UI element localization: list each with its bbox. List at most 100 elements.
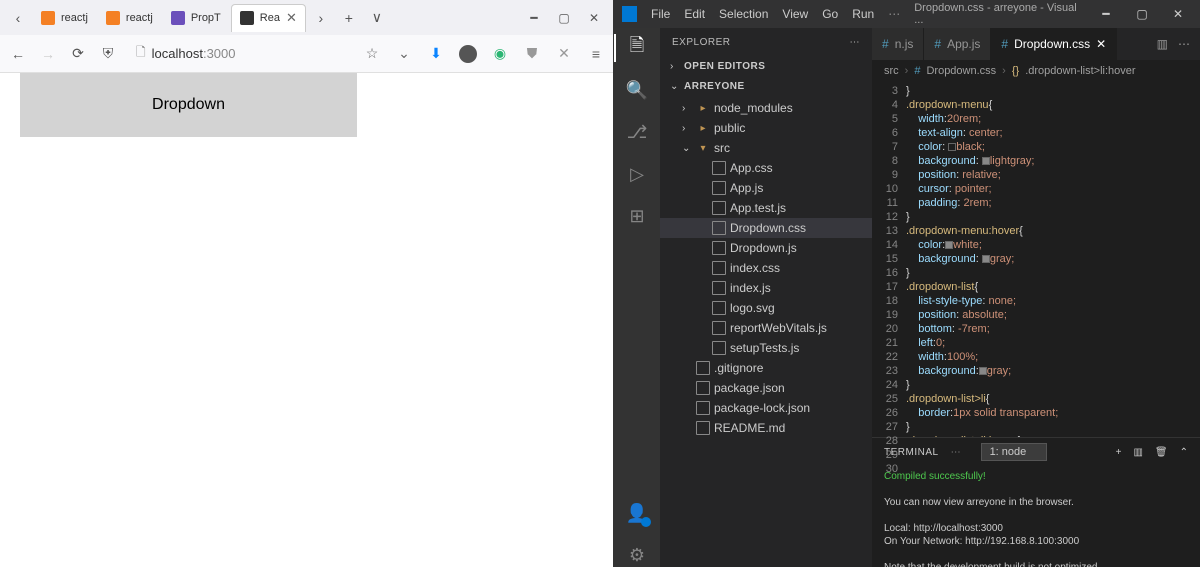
ext-icon-3[interactable]: ⛊ xyxy=(523,45,541,63)
tree-label: index.js xyxy=(730,281,771,295)
tree-label: .gitignore xyxy=(714,361,763,375)
vs-close-button[interactable]: ✕ xyxy=(1164,7,1192,21)
minimap[interactable] xyxy=(1160,82,1200,437)
kill-terminal-icon[interactable]: 🗑 xyxy=(1155,447,1168,458)
browser-tab[interactable]: reactj xyxy=(98,4,161,32)
editor-more-icon[interactable]: ⋯ xyxy=(1178,37,1190,51)
tabs-dropdown-icon[interactable]: ∨ xyxy=(363,9,391,26)
chevron-icon: › xyxy=(682,103,692,114)
tree-item[interactable]: logo.svg xyxy=(660,298,872,318)
tab-close-icon[interactable]: ✕ xyxy=(1096,37,1106,51)
tree-item[interactable]: Dropdown.css xyxy=(660,218,872,238)
extensions-icon[interactable]: ⊞ xyxy=(625,204,649,228)
tree-label: Dropdown.js xyxy=(730,241,797,255)
menu-file[interactable]: File xyxy=(651,7,670,21)
split-terminal-icon[interactable]: ▥ xyxy=(1133,447,1142,458)
back-button[interactable]: ← xyxy=(8,46,28,62)
explorer-icon[interactable]: 🗎 xyxy=(625,36,649,60)
search-icon[interactable]: 🔍 xyxy=(625,78,649,102)
editor-tab[interactable]: #Dropdown.css✕ xyxy=(991,28,1117,60)
run-debug-icon[interactable]: ▷ xyxy=(625,162,649,186)
vs-maximize-button[interactable]: ▢ xyxy=(1128,7,1156,21)
reload-button[interactable]: ⟳ xyxy=(68,45,88,62)
source-control-icon[interactable]: ⎇ xyxy=(625,120,649,144)
tree-item[interactable]: index.css xyxy=(660,258,872,278)
terminal-more-icon[interactable]: ⋯ xyxy=(951,447,961,458)
tree-label: reportWebVitals.js xyxy=(730,321,827,335)
win-close-button[interactable]: ✕ xyxy=(579,11,609,25)
chevron-icon: › xyxy=(682,123,692,134)
win-maximize-button[interactable]: ▢ xyxy=(549,11,579,25)
win-minimize-button[interactable]: ━ xyxy=(519,11,549,25)
menu-run[interactable]: Run xyxy=(852,7,874,21)
menu-selection[interactable]: Selection xyxy=(719,7,768,21)
menu-view[interactable]: View xyxy=(782,7,808,21)
new-terminal-icon[interactable]: + xyxy=(1116,447,1122,458)
code-content[interactable]: }.dropdown-menu{ width:20rem; text-align… xyxy=(906,82,1200,437)
browser-tab[interactable]: reactj xyxy=(33,4,96,32)
tab-label: Dropdown.css xyxy=(1014,37,1090,51)
tree-item[interactable]: setupTests.js xyxy=(660,338,872,358)
split-editor-icon[interactable]: ▥ xyxy=(1157,37,1168,51)
vs-minimize-button[interactable]: ━ xyxy=(1092,7,1120,21)
tab-close-icon[interactable]: ✕ xyxy=(286,10,297,26)
tree-item[interactable]: ›▸node_modules xyxy=(660,98,872,118)
bookmark-icon[interactable]: ☆ xyxy=(363,45,381,63)
tree-item[interactable]: package.json xyxy=(660,378,872,398)
forward-button: → xyxy=(38,46,58,62)
pocket-icon[interactable]: ⌄ xyxy=(395,45,413,63)
tree-item[interactable]: App.css xyxy=(660,158,872,178)
open-editors-section[interactable]: › OPEN EDITORS xyxy=(660,56,872,76)
vscode-logo-icon xyxy=(622,6,637,22)
tree-item[interactable]: Dropdown.js xyxy=(660,238,872,258)
tree-label: src xyxy=(714,141,730,155)
terminal-panel: TERMINAL ⋯ 1: node + ▥ 🗑 ⌃ Compiled succ… xyxy=(872,437,1200,567)
settings-gear-icon[interactable]: ⚙ xyxy=(625,543,649,567)
tree-item[interactable]: App.js xyxy=(660,178,872,198)
tree-label: index.css xyxy=(730,261,780,275)
editor-tab[interactable]: #n.js xyxy=(872,28,924,60)
accounts-icon[interactable]: 👤 xyxy=(625,501,649,525)
tree-item[interactable]: App.test.js xyxy=(660,198,872,218)
tab-prev-icon[interactable]: ‹ xyxy=(4,10,32,26)
vscode-window: File Edit Selection View Go Run ⋯ Dropdown.cs… xyxy=(614,0,1200,567)
menu-go[interactable]: Go xyxy=(822,7,838,21)
tree-label: App.css xyxy=(730,161,773,175)
tree-item[interactable]: README.md xyxy=(660,418,872,438)
explorer-more-icon[interactable]: ⋯ xyxy=(850,37,861,48)
address-bar[interactable]: 🗋 localhost:3000 xyxy=(128,39,328,68)
chevron-right-icon: › xyxy=(670,61,680,72)
shield-icon[interactable]: ⛨ xyxy=(98,45,118,62)
firefox-window: ‹ reactjreactjPropTRea✕ › + ∨ ━ ▢ ✕ ← → … xyxy=(0,0,614,567)
tree-label: Dropdown.css xyxy=(730,221,806,235)
terminal-output[interactable]: Compiled successfully! You can now view … xyxy=(872,466,1200,567)
tab-next-icon[interactable]: › xyxy=(307,10,335,26)
ext-icon-1[interactable] xyxy=(459,45,477,63)
editor-tab[interactable]: #App.js xyxy=(924,28,991,60)
editor[interactable]: 3456789101112131415161718192021222324252… xyxy=(872,82,1200,437)
download-icon[interactable]: ⬇ xyxy=(427,45,445,63)
tree-item[interactable]: reportWebVitals.js xyxy=(660,318,872,338)
tree-label: README.md xyxy=(714,421,785,435)
panel-toggle-icon[interactable]: ⌃ xyxy=(1180,447,1188,458)
breadcrumbs[interactable]: src› #Dropdown.css› {}.dropdown-list>li:… xyxy=(872,60,1200,82)
menu-edit[interactable]: Edit xyxy=(684,7,705,21)
tree-item[interactable]: ›▸public xyxy=(660,118,872,138)
dropdown-menu[interactable]: Dropdown xyxy=(20,73,357,137)
file-icon: # xyxy=(882,37,889,51)
terminal-shell-select[interactable]: 1: node xyxy=(981,443,1048,461)
browser-tab[interactable]: PropT xyxy=(163,4,229,32)
tree-item[interactable]: package-lock.json xyxy=(660,398,872,418)
ext-icon-4[interactable]: ✕ xyxy=(555,45,573,63)
tree-item[interactable]: index.js xyxy=(660,278,872,298)
ext-icon-2[interactable]: ◉ xyxy=(491,45,509,63)
project-root[interactable]: ⌄ ARREYONE xyxy=(660,76,872,96)
menu-icon[interactable]: ≡ xyxy=(587,45,605,63)
browser-tab[interactable]: Rea✕ xyxy=(231,4,306,32)
tree-item[interactable]: ⌄▾src xyxy=(660,138,872,158)
explorer-sidebar: EXPLORER ⋯ › OPEN EDITORS ⌄ ARREYONE ›▸n… xyxy=(660,28,872,567)
menu-overflow-icon[interactable]: ⋯ xyxy=(888,7,900,21)
new-tab-button[interactable]: + xyxy=(335,10,363,26)
tree-item[interactable]: .gitignore xyxy=(660,358,872,378)
editor-area: #n.js#App.js # Dropdown.css ✕ ▥ ⋯ src› #Dro… xyxy=(872,28,1200,567)
